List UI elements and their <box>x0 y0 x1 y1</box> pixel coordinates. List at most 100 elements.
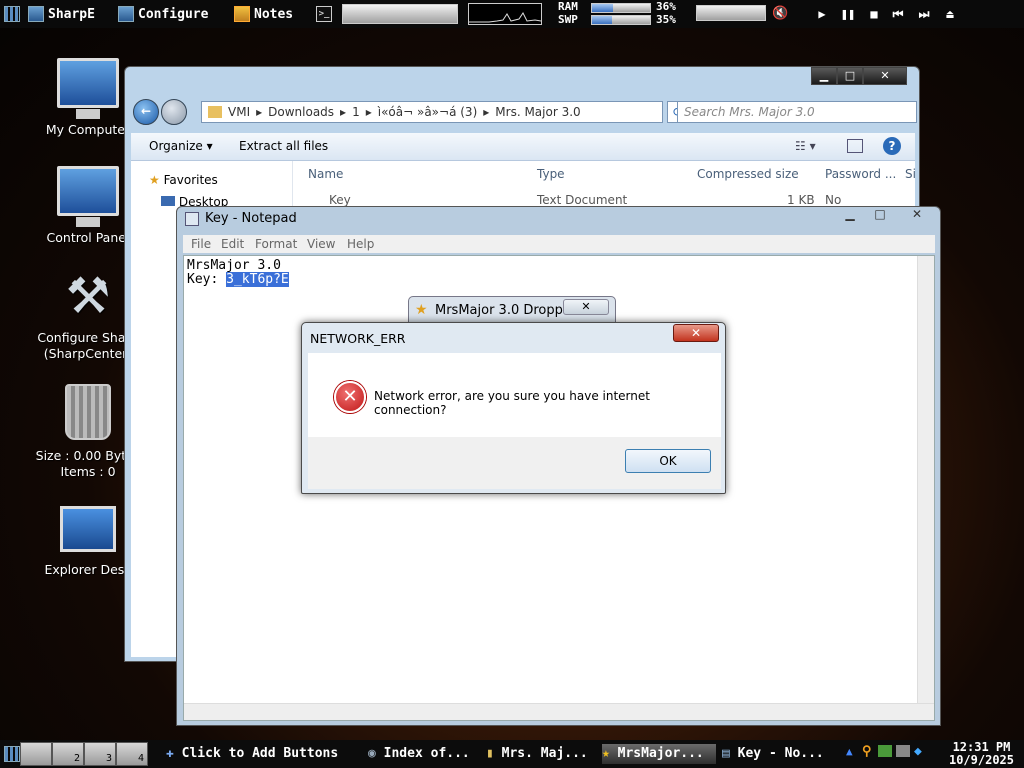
task-mrsmajor-dropper[interactable]: ★ MrsMajor... <box>602 744 716 764</box>
stop-icon[interactable]: ■ <box>866 6 882 22</box>
tray-device-icon[interactable] <box>896 745 910 757</box>
back-arrow-icon[interactable]: ← <box>133 99 159 125</box>
menu-grid-icon[interactable] <box>4 746 20 762</box>
network-error-dialog: NETWORK_ERR ✕ ✕ Network error, are you s… <box>301 322 726 494</box>
maximize-button[interactable]: □ <box>867 207 893 223</box>
clock-date: 10/9/2025 <box>948 753 1014 767</box>
column-header-compressed-size[interactable]: Compressed size <box>697 167 799 181</box>
explorer-nav-bar: ← VMI ▸ Downloads ▸ 1 ▸ ì«óâ¬ »â»¬á (3) ▸ Mr… <box>131 97 917 127</box>
minimize-button[interactable]: ▁ <box>837 207 863 223</box>
next-icon[interactable]: ⏭ <box>916 6 932 22</box>
workspace-2[interactable]: 2 <box>52 742 84 766</box>
tray-app-icon[interactable]: ◆ <box>914 744 922 759</box>
column-header-type[interactable]: Type <box>537 167 565 181</box>
swp-meter <box>591 15 651 25</box>
breadcrumb-item[interactable]: ì«óâ¬ »â»¬á (3) <box>378 105 478 119</box>
task-mrs-major-folder[interactable]: ▮ Mrs. Maj... <box>486 744 598 764</box>
workspace-4[interactable]: 4 <box>116 742 148 766</box>
close-button[interactable]: ✕ <box>563 299 609 315</box>
forward-arrow-icon[interactable] <box>161 99 187 125</box>
menu-help[interactable]: Help <box>347 237 374 251</box>
selected-key-text[interactable]: 3_kT6p?E <box>226 272 289 287</box>
workspace-label: 4 <box>137 753 144 764</box>
workspace-1[interactable] <box>20 742 52 766</box>
taskbar: 2 3 4 ✚ Click to Add Buttons ◉ Index of.… <box>0 740 1024 768</box>
extract-all-button[interactable]: Extract all files <box>239 139 328 153</box>
sharpe-label: SharpE <box>48 6 95 22</box>
configure-icon <box>118 6 134 22</box>
ok-button[interactable]: OK <box>625 449 711 473</box>
menu-view[interactable]: View <box>307 237 335 251</box>
maximize-button[interactable]: □ <box>837 67 863 85</box>
column-header-size[interactable]: Si <box>905 167 916 181</box>
run-input[interactable] <box>342 4 458 24</box>
help-icon[interactable]: ? <box>883 137 901 155</box>
explorer-toolbar: Organize ▾ Extract all files ☷ ▾ ? <box>131 133 915 161</box>
tray-search-icon[interactable]: ⚲ <box>862 744 872 759</box>
address-bar[interactable]: VMI ▸ Downloads ▸ 1 ▸ ì«óâ¬ »â»¬á (3) ▸ Mrs.… <box>201 101 663 123</box>
add-buttons-label: Click to Add Buttons <box>181 746 339 761</box>
previous-icon[interactable]: ⏮ <box>890 6 906 22</box>
vertical-scrollbar[interactable] <box>917 256 934 720</box>
notes-button[interactable]: Notes <box>234 4 293 24</box>
tray-up-arrow-icon[interactable]: ▲ <box>846 745 853 758</box>
star-icon: ★ <box>149 173 160 187</box>
minimize-button[interactable]: ▁ <box>811 67 837 85</box>
task-label: MrsMajor... <box>617 746 704 761</box>
search-input[interactable]: Search Mrs. Major 3.0 <box>677 101 917 123</box>
menu-file[interactable]: File <box>191 237 211 251</box>
tray-network-icon[interactable] <box>878 745 892 757</box>
horizontal-scrollbar[interactable] <box>184 703 934 720</box>
notepad-icon <box>185 212 199 226</box>
close-button[interactable]: ✕ <box>863 67 907 85</box>
sharpe-button[interactable]: SharpE <box>28 4 95 24</box>
dialog-title: NETWORK_ERR <box>310 331 406 346</box>
terminal-icon[interactable]: >_ <box>316 6 332 22</box>
notepad-window-controls: ▁ □ ✕ <box>837 207 937 223</box>
column-header-name[interactable]: Name <box>308 167 343 181</box>
close-button[interactable]: ✕ <box>897 207 937 223</box>
dropper-title: MrsMajor 3.0 Dropper <box>435 303 577 318</box>
add-buttons-button[interactable]: ✚ Click to Add Buttons <box>166 744 338 764</box>
swp-label: SWP <box>558 13 578 26</box>
notepad-menu-bar: File Edit Format View Help <box>183 235 935 253</box>
volume-slider[interactable] <box>696 5 766 21</box>
breadcrumb-item[interactable]: Downloads <box>268 105 334 119</box>
favorites-label: Favorites <box>163 173 218 187</box>
speaker-muted-icon[interactable]: 🔇 <box>772 6 790 22</box>
task-label: Index of... <box>383 746 470 761</box>
organize-button[interactable]: Organize ▾ <box>149 139 213 153</box>
file-size: 1 KB <box>787 193 815 207</box>
breadcrumb-item[interactable]: VMI <box>228 105 250 119</box>
sharpe-icon <box>28 6 44 22</box>
configure-button[interactable]: Configure <box>118 4 208 24</box>
eject-icon[interactable]: ⏏ <box>942 6 958 22</box>
notes-label: Notes <box>254 6 294 22</box>
cpu-graph <box>468 3 542 25</box>
star-icon: ★ <box>602 746 610 761</box>
task-label: Mrs. Maj... <box>501 746 588 761</box>
favorites-item[interactable]: ★ Favorites <box>149 173 218 187</box>
folder-icon: ▮ <box>486 746 494 761</box>
views-icon[interactable]: ☷ ▾ <box>795 139 816 153</box>
clock[interactable]: 12:31 PM 10/9/2025 <box>949 741 1014 767</box>
preview-pane-icon[interactable] <box>847 139 863 153</box>
workspace-3[interactable]: 3 <box>84 742 116 766</box>
text-line-1: MrsMajor 3.0 <box>187 258 281 273</box>
task-label: Key - No... <box>737 746 824 761</box>
breadcrumb-item[interactable]: 1 <box>352 105 360 119</box>
dialog-footer: OK <box>308 437 721 489</box>
key-prefix: Key: <box>187 272 227 287</box>
close-button[interactable]: ✕ <box>673 324 719 342</box>
menu-grid-icon[interactable] <box>4 6 20 22</box>
pause-icon[interactable]: ❚❚ <box>840 6 856 22</box>
column-header-password[interactable]: Password ... <box>825 167 896 181</box>
menu-edit[interactable]: Edit <box>221 237 244 251</box>
play-icon[interactable]: ▶ <box>814 6 830 22</box>
swp-percent: 35% <box>656 13 676 26</box>
ram-percent: 36% <box>656 0 676 13</box>
menu-format[interactable]: Format <box>255 237 297 251</box>
breadcrumb-item[interactable]: Mrs. Major 3.0 <box>495 105 580 119</box>
task-index-of[interactable]: ◉ Index of... <box>368 744 480 764</box>
task-key-notepad[interactable]: ▤ Key - No... <box>722 744 834 764</box>
